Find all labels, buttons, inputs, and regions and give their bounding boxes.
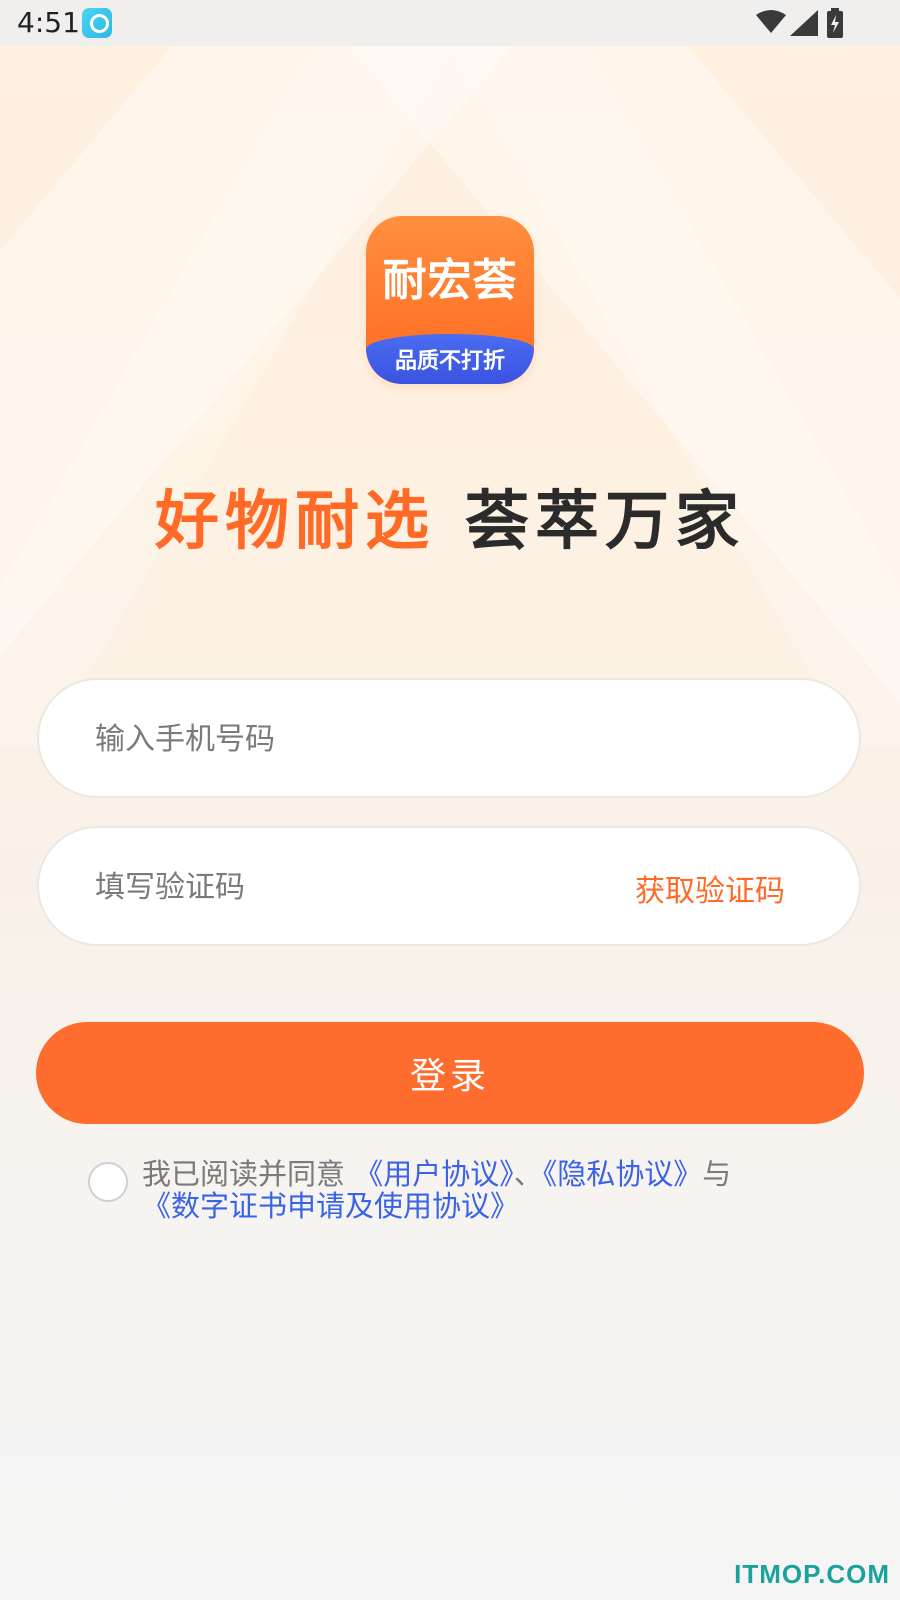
status-bar: 4:51 — [0, 0, 900, 46]
login-button[interactable]: 登录 — [36, 1022, 864, 1124]
agreement-prefix: 我已阅读并同意 — [142, 1157, 346, 1191]
logo-title: 耐宏荟 — [382, 255, 518, 306]
user-agreement-link[interactable]: 《用户协议》 — [354, 1157, 514, 1191]
slogan: 好物耐选 荟萃万家 — [0, 470, 900, 562]
agreement-conjunction: 与 — [702, 1157, 732, 1191]
verification-code-input[interactable] — [93, 828, 637, 946]
battery-charging-icon — [827, 8, 843, 38]
slogan-part2: 荟萃万家 — [465, 485, 745, 559]
background-rays — [0, 46, 900, 746]
agreement-text: 我已阅读并同意 《用户协议》、《隐私协议》与 《数字证书申请及使用协议》 — [142, 1158, 842, 1222]
get-code-button[interactable]: 获取验证码 — [635, 866, 785, 910]
cert-agreement-link[interactable]: 《数字证书申请及使用协议》 — [142, 1189, 519, 1223]
status-time: 4:51 — [17, 6, 80, 39]
wifi-icon — [756, 10, 786, 33]
phone-field — [37, 678, 861, 798]
agreement-separator: 、 — [513, 1157, 543, 1191]
app-logo: 耐宏荟 品质不打折 — [366, 216, 534, 384]
watermark: ITMOP.COM — [734, 1559, 890, 1589]
signal-icon — [790, 10, 818, 36]
agree-checkbox[interactable] — [88, 1162, 128, 1202]
phone-input[interactable] — [93, 680, 637, 798]
code-field: 获取验证码 — [37, 826, 861, 946]
slogan-part1: 好物耐选 — [155, 485, 435, 559]
notification-app-icon — [82, 8, 112, 38]
privacy-agreement-link[interactable]: 《隐私协议》 — [543, 1157, 703, 1191]
logo-tagline: 品质不打折 — [366, 334, 534, 384]
